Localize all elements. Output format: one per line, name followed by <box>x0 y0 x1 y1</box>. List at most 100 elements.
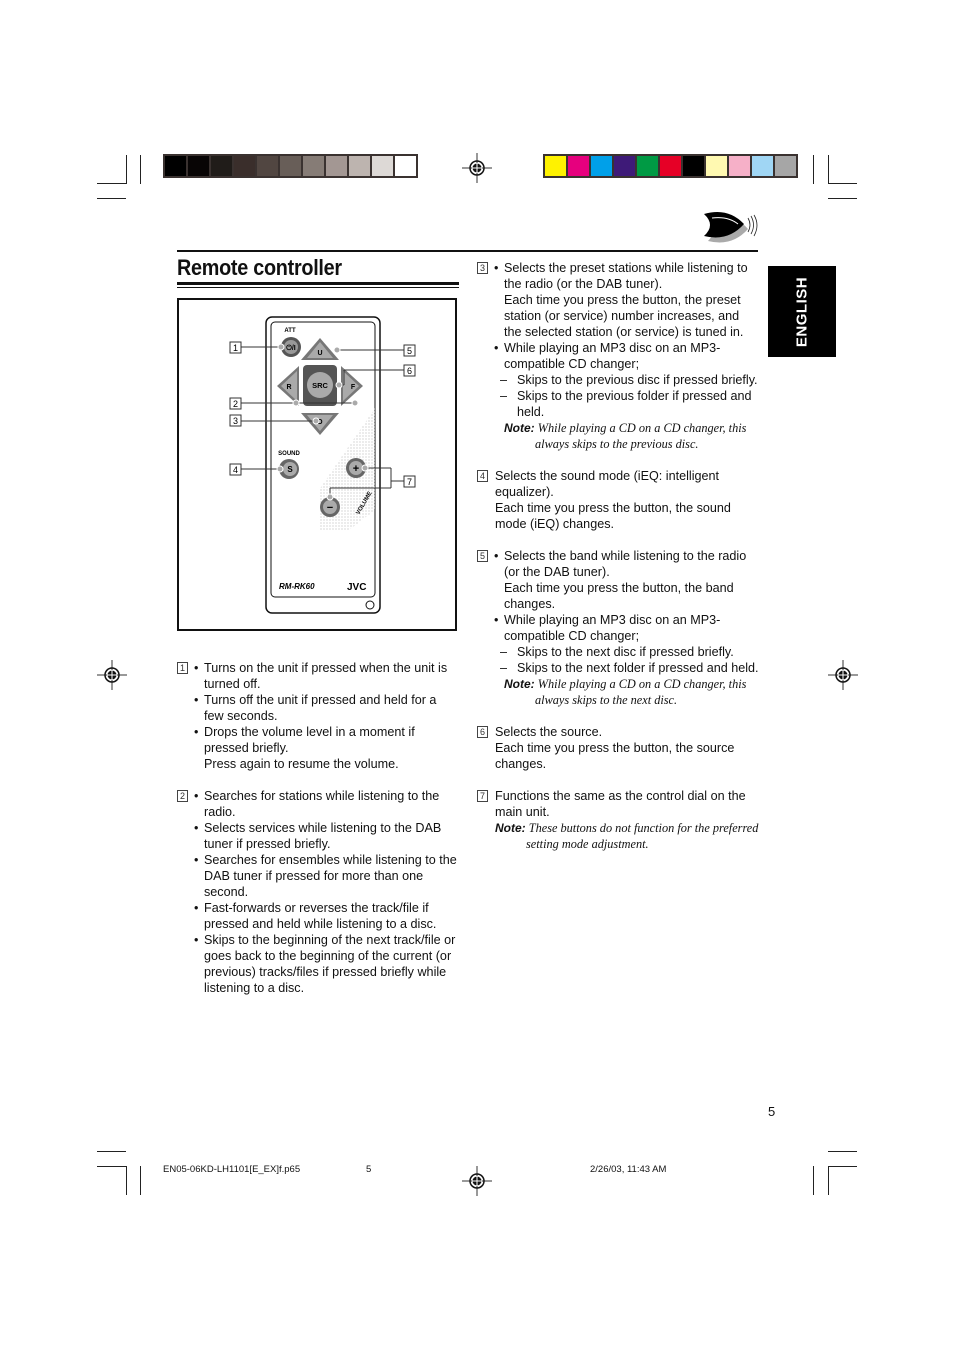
note: Note: These buttons do not function for … <box>495 820 759 852</box>
item-text: Functions the same as the control dial o… <box>495 789 746 819</box>
callout-4: 4 <box>233 465 238 475</box>
svg-text:−: − <box>327 502 333 514</box>
callout-5: 5 <box>407 346 412 356</box>
item-extra: Each time you press the button, the sour… <box>495 741 735 771</box>
grayscale-swatch <box>257 156 278 176</box>
grayscale-swatch <box>211 156 232 176</box>
callout-7: 7 <box>407 477 412 487</box>
bullet: Skips to the beginning of the next track… <box>194 932 457 996</box>
bullet: Selects services while listening to the … <box>194 820 457 852</box>
color-swatch <box>683 156 704 176</box>
item-6: 6 Selects the source. Each time you pres… <box>477 724 759 772</box>
color-swatch <box>591 156 612 176</box>
bullet: Fast-forwards or reverses the track/file… <box>194 900 457 932</box>
title-underline <box>177 282 459 285</box>
item-3: 3 Selects the preset stations while list… <box>477 260 759 452</box>
page-number: 5 <box>768 1104 776 1119</box>
color-swatch <box>706 156 727 176</box>
item-2: 2 Searches for stations while listening … <box>177 788 457 996</box>
svg-text:F: F <box>351 384 356 391</box>
language-tab: ENGLISH <box>768 266 836 357</box>
dash-item: Skips to the previous disc if pressed br… <box>494 372 759 388</box>
svg-text:U: U <box>317 350 322 357</box>
note-text: These buttons do not function for the pr… <box>526 821 759 851</box>
left-column: 1 Turns on the unit if pressed when the … <box>177 660 457 1012</box>
note-text: While playing a CD on a CD changer, this… <box>535 421 747 451</box>
item-number: 1 <box>177 662 188 674</box>
note: Note: While playing a CD on a CD changer… <box>495 420 759 452</box>
svg-text:S: S <box>287 465 293 474</box>
bullet-extra: Each time you press the button, the pres… <box>504 293 744 339</box>
color-calibration-bar <box>543 154 798 178</box>
language-label: ENGLISH <box>793 276 811 347</box>
footer-filename: EN05-06KD-LH1101[E_EX]f.p65 <box>163 1164 301 1175</box>
bullet-extra: Press again to resume the volume. <box>204 757 399 771</box>
callout-2: 2 <box>233 399 238 409</box>
color-swatch <box>729 156 750 176</box>
color-swatch <box>614 156 635 176</box>
item-1: 1 Turns on the unit if pressed when the … <box>177 660 457 772</box>
bullet: While playing an MP3 disc on an MP3-comp… <box>494 612 759 644</box>
item-number: 3 <box>477 262 488 274</box>
svg-text:R: R <box>286 384 291 391</box>
item-number: 5 <box>477 550 488 562</box>
remote-figure: ATT ⏻/I U D R F SRC SOUND S + − VOLUME R… <box>177 298 457 631</box>
color-swatch <box>660 156 681 176</box>
remote-illustration: ATT ⏻/I U D R F SRC SOUND S + − VOLUME R… <box>229 316 416 614</box>
bullet: Selects the preset stations while listen… <box>494 260 759 292</box>
bullet: While playing an MP3 disc on an MP3-comp… <box>494 340 759 372</box>
grayscale-color-bar <box>163 154 418 178</box>
color-swatch <box>545 156 566 176</box>
svg-text:SRC: SRC <box>312 381 328 390</box>
note-label: Note: <box>504 677 535 691</box>
footer-timestamp: 2/26/03, 11:43 AM <box>590 1164 667 1175</box>
item-text: Selects the source. <box>495 725 603 739</box>
callout-3: 3 <box>233 416 238 426</box>
color-swatch <box>568 156 589 176</box>
brand-logo: JVC <box>347 582 366 593</box>
crosshair-registration-icon <box>462 153 492 183</box>
right-column: 3 Selects the preset stations while list… <box>477 260 759 868</box>
item-7: 7 Functions the same as the control dial… <box>477 788 759 852</box>
bullet: Turns on the unit if pressed when the un… <box>194 660 457 692</box>
dash-item: Skips to the next disc if pressed briefl… <box>494 644 759 660</box>
crosshair-registration-icon <box>97 660 127 690</box>
disc-arrow-icon <box>704 211 758 243</box>
header-rule <box>177 250 758 252</box>
bullet: Drops the volume level in a moment if pr… <box>194 724 457 756</box>
power-button-label: ⏻/I <box>286 344 295 352</box>
sound-label: SOUND <box>278 451 300 457</box>
item-5: 5 Selects the band while listening to th… <box>477 548 759 708</box>
grayscale-swatch <box>280 156 301 176</box>
grayscale-swatch <box>395 156 416 176</box>
grayscale-swatch <box>188 156 209 176</box>
bullet: Searches for ensembles while listening t… <box>194 852 457 900</box>
callout-6: 6 <box>407 366 412 376</box>
svg-text:+: + <box>353 463 359 475</box>
bullet-extra: Each time you press the button, the band… <box>504 581 734 611</box>
note-label: Note: <box>504 421 535 435</box>
item-number: 4 <box>477 470 488 482</box>
item-number: 2 <box>177 790 188 802</box>
bullet: Searches for stations while listening to… <box>194 788 457 820</box>
callout-1: 1 <box>233 343 238 353</box>
crosshair-registration-icon <box>462 1166 492 1196</box>
grayscale-swatch <box>349 156 370 176</box>
footer-page: 5 <box>366 1164 372 1175</box>
item-number: 7 <box>477 790 488 802</box>
dash-item: Skips to the next folder if pressed and … <box>494 660 759 676</box>
model-name: RM-RK60 <box>279 582 315 591</box>
grayscale-swatch <box>165 156 186 176</box>
bullet: Turns off the unit if pressed and held f… <box>194 692 457 724</box>
note-label: Note: <box>495 821 526 835</box>
item-text: Selects the sound mode (iEQ: intelligent… <box>495 469 720 499</box>
grayscale-swatch <box>372 156 393 176</box>
grayscale-swatch <box>303 156 324 176</box>
note: Note: While playing a CD on a CD changer… <box>495 676 759 708</box>
title-underline-thin <box>177 287 459 288</box>
grayscale-swatch <box>234 156 255 176</box>
page-title: Remote controller <box>177 255 342 280</box>
color-swatch <box>752 156 773 176</box>
item-extra: Each time you press the button, the soun… <box>495 501 731 531</box>
note-text: While playing a CD on a CD changer, this… <box>535 677 747 707</box>
